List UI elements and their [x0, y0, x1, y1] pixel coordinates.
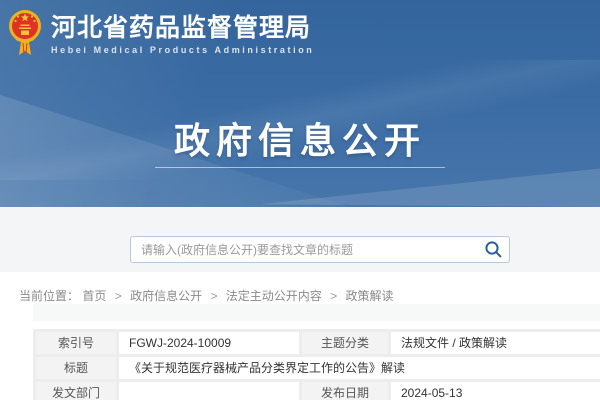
field-value-publish-date: 2024-05-13 — [391, 382, 600, 400]
table-row-title: 标题 《关于规范医疗器械产品分类界定工作的公告》解读 — [36, 357, 600, 379]
field-label-title: 标题 — [36, 357, 116, 379]
site-name-english: Hebei Medical Products Administration — [51, 45, 314, 55]
breadcrumb-item-policy-interpretation[interactable]: 政策解读 — [346, 289, 394, 303]
field-value-title: 《关于规范医疗器械产品分类界定工作的公告》解读 — [119, 357, 600, 379]
field-value-topic-category: 法规文件 / 政策解读 — [391, 332, 600, 354]
site-name-chinese: 河北省药品监督管理局 — [51, 14, 314, 42]
site-logo[interactable]: 河北省药品监督管理局 Hebei Medical Products Admini… — [8, 8, 314, 58]
banner-underline — [155, 167, 445, 168]
china-national-emblem-icon — [8, 8, 42, 58]
breadcrumb-separator: > — [330, 289, 337, 303]
breadcrumb-item-statutory-disclosure[interactable]: 法定主动公开内容 — [226, 289, 322, 303]
search-icon — [484, 240, 503, 259]
content-panel-top-strip — [33, 304, 600, 321]
breadcrumb: 当前位置： 首页 > 政府信息公开 > 法定主动公开内容 > 政策解读 — [0, 272, 600, 301]
table-row-department: 发文部门 发布日期 2024-05-13 — [36, 382, 600, 400]
breadcrumb-location-label: 当前位置： — [19, 289, 79, 303]
breadcrumb-separator: > — [210, 289, 217, 303]
field-label-issuing-department: 发文部门 — [36, 382, 116, 400]
search-box — [130, 236, 510, 263]
breadcrumb-item-home[interactable]: 首页 — [82, 289, 106, 303]
field-label-index-number: 索引号 — [36, 332, 116, 354]
field-value-index-number: FGWJ-2024-10009 — [119, 332, 299, 354]
field-label-topic-category: 主题分类 — [302, 332, 388, 354]
field-value-issuing-department — [119, 382, 299, 400]
field-label-publish-date: 发布日期 — [302, 382, 388, 400]
search-section — [0, 207, 600, 272]
breadcrumb-item-info-disclosure[interactable]: 政府信息公开 — [130, 289, 202, 303]
page-title: 政府信息公开 — [0, 112, 600, 164]
table-row-index: 索引号 FGWJ-2024-10009 主题分类 法规文件 / 政策解读 — [36, 332, 600, 354]
search-input[interactable] — [131, 243, 477, 257]
page-header: 河北省药品监督管理局 Hebei Medical Products Admini… — [0, 0, 600, 207]
site-title-block: 河北省药品监督管理局 Hebei Medical Products Admini… — [51, 8, 314, 55]
document-info-table: 索引号 FGWJ-2024-10009 主题分类 法规文件 / 政策解读 标题 … — [33, 329, 600, 400]
search-button[interactable] — [477, 237, 509, 262]
breadcrumb-separator: > — [115, 289, 122, 303]
